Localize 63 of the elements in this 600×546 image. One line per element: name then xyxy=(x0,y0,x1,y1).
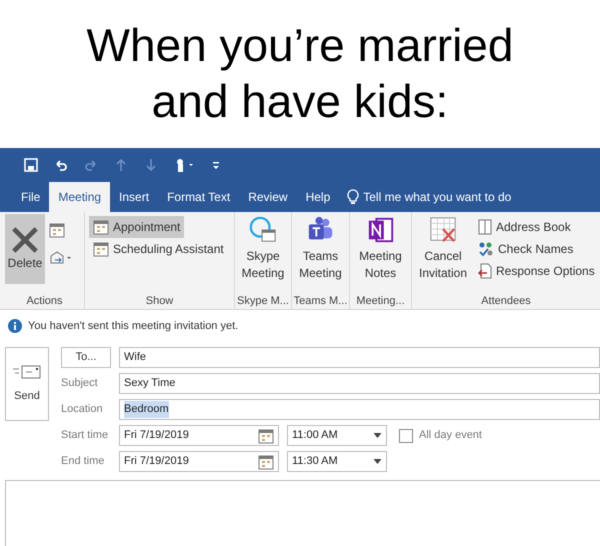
field-value: Bedroom xyxy=(124,401,169,418)
reply-document-icon xyxy=(478,263,492,279)
ribbon-button[interactable]: Address Book xyxy=(474,216,599,238)
ribbon-tab[interactable]: Meeting xyxy=(49,182,110,212)
ribbon-button[interactable]: Check Names xyxy=(474,238,599,260)
date-field[interactable]: Fri 7/19/2019 xyxy=(119,425,279,446)
calendar-icon xyxy=(258,454,274,470)
ribbon-tab[interactable]: Insert xyxy=(110,182,158,212)
ribbon-button[interactable]: Meeting Notes xyxy=(350,212,412,282)
ribbon-button[interactable]: Appointment xyxy=(89,216,184,238)
delete-button[interactable]: Delete xyxy=(5,214,45,284)
close-icon xyxy=(11,226,39,254)
notebook-icon xyxy=(366,216,394,244)
caption: When you’re married xyxy=(86,18,514,72)
search-field[interactable]: Tell me what you want to do xyxy=(347,182,512,212)
calendar-icon xyxy=(258,428,274,444)
checkbox[interactable] xyxy=(399,428,413,442)
undo-icon[interactable] xyxy=(54,158,68,172)
ribbon-button[interactable]: Scheduling Assistant xyxy=(89,238,228,260)
people-check-icon xyxy=(478,241,494,257)
caption: and have kids: xyxy=(152,74,448,128)
ribbon-tab[interactable]: File xyxy=(12,182,50,212)
group-label: Attendees xyxy=(480,294,532,308)
field-label: Subject xyxy=(61,376,99,392)
text-field[interactable]: Sexy Time xyxy=(119,373,600,394)
date-field[interactable]: Fri 7/19/2019 xyxy=(119,451,279,472)
field-label: Location xyxy=(61,402,104,418)
customize-icon[interactable] xyxy=(212,160,220,170)
caret-icon xyxy=(373,433,382,438)
group-label: Skype M... xyxy=(237,294,289,308)
group-label: Show xyxy=(144,294,174,308)
group-label: Actions xyxy=(25,294,64,308)
up-arrow-icon xyxy=(114,158,128,172)
skype-icon xyxy=(249,216,277,244)
ribbon-tab[interactable]: Help xyxy=(296,182,340,212)
text-field[interactable]: Bedroom xyxy=(119,399,600,420)
forward-icon[interactable] xyxy=(49,250,73,264)
ribbon-button[interactable]: Response Options xyxy=(474,260,599,282)
to-button[interactable]: To... xyxy=(61,347,111,368)
ribbon-tab[interactable]: Format Text xyxy=(158,182,240,212)
field-label: End time xyxy=(61,454,106,470)
time-dropdown[interactable]: 11:30 AM xyxy=(287,451,387,472)
caret-icon xyxy=(373,459,382,464)
lightbulb-icon xyxy=(347,189,360,205)
envelope-icon xyxy=(12,364,42,380)
calendar-icon xyxy=(93,219,109,235)
calendar-cross-icon xyxy=(428,216,458,244)
down-arrow-icon xyxy=(144,158,158,172)
redo-icon xyxy=(84,158,98,172)
send-button[interactable]: Send xyxy=(5,347,49,421)
info-message: You haven't sent this meeting invitation yet. xyxy=(28,318,238,334)
time-dropdown[interactable]: 11:00 AM xyxy=(287,425,387,446)
book-icon xyxy=(478,219,492,235)
to-field[interactable]: Wife xyxy=(119,347,600,368)
field-label: Start time xyxy=(61,428,110,444)
field-value: Sexy Time xyxy=(124,376,176,392)
group-label: Meeting... xyxy=(356,294,405,308)
info-icon xyxy=(8,319,22,333)
ribbon-tab[interactable]: Review xyxy=(239,182,297,212)
group-label: Teams M... xyxy=(294,294,348,308)
checkbox-label: All day event xyxy=(419,428,482,444)
save-icon[interactable] xyxy=(24,158,38,172)
ribbon-button[interactable]: Cancel Invitation xyxy=(412,212,474,292)
